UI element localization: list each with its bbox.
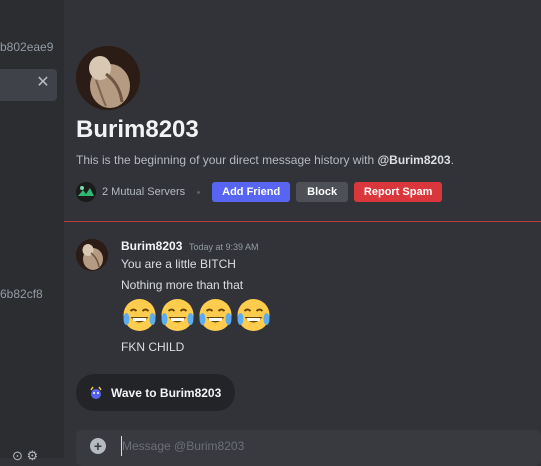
intro-suffix: . <box>450 153 454 167</box>
message-text: Nothing more than that <box>121 278 244 292</box>
dm-intro-text: This is the beginning of your direct mes… <box>76 153 454 167</box>
dm-sidebar: b802eae9 ✕ 6b82cf8 ⊙ ⚙ <box>0 0 64 463</box>
wave-button[interactable]: Wave to Burim8203 <box>76 374 235 411</box>
block-button[interactable]: Block <box>296 182 349 202</box>
profile-actions-row: 2 Mutual Servers Add Friend Block Report… <box>76 182 448 202</box>
message-author[interactable]: Burim8203 <box>121 239 182 253</box>
settings-icon[interactable]: ⊙ ⚙ <box>12 448 38 464</box>
joy-emoji-icon[interactable] <box>197 297 234 333</box>
dm-channel: Burim8203 This is the beginning of your … <box>64 0 541 466</box>
joy-emoji-icon[interactable] <box>235 297 272 333</box>
profile-avatar[interactable] <box>76 46 140 110</box>
add-friend-button[interactable]: Add Friend <box>212 182 291 202</box>
wave-button-label: Wave to Burim8203 <box>111 385 222 400</box>
attach-plus-icon[interactable]: + <box>90 438 106 454</box>
message-input[interactable] <box>121 436 522 456</box>
message-avatar[interactable] <box>76 239 108 271</box>
intro-mention[interactable]: @Burim8203 <box>377 153 450 167</box>
new-messages-divider <box>64 221 541 222</box>
wumpus-wave-icon <box>90 386 102 399</box>
separator-dot <box>197 190 201 194</box>
close-icon[interactable]: ✕ <box>36 73 50 93</box>
mutual-servers-link[interactable]: 2 Mutual Servers <box>102 186 185 198</box>
message-text: You are a little BITCH <box>121 257 236 271</box>
dm-item-snippet[interactable]: 6b82cf8 <box>0 287 43 301</box>
joy-emoji-icon[interactable] <box>121 297 158 333</box>
dm-item-snippet[interactable]: b802eae9 <box>0 40 53 54</box>
message-timestamp: Today at 9:39 AM <box>189 242 259 252</box>
profile-username: Burim8203 <box>76 116 199 143</box>
emoji-row <box>121 297 273 333</box>
message-composer: + <box>76 430 541 466</box>
report-spam-button[interactable]: Report Spam <box>354 182 443 202</box>
joy-emoji-icon[interactable] <box>159 297 196 333</box>
intro-prefix: This is the beginning of your direct mes… <box>76 153 378 167</box>
message-text: FKN CHILD <box>121 340 185 354</box>
mutual-server-icon <box>76 182 96 202</box>
